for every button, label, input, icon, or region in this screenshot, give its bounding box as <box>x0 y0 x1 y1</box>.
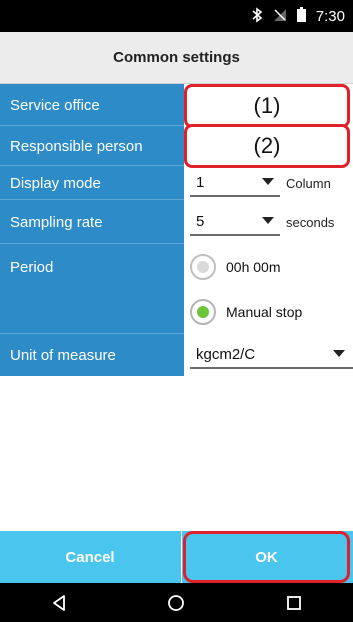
period-label-empty <box>0 290 184 334</box>
home-icon[interactable] <box>156 588 196 618</box>
service-office-label: Service office <box>0 84 184 126</box>
button-bar: Cancel OK <box>0 531 353 583</box>
row-period: Period 00h 00m <box>0 244 353 290</box>
chevron-down-icon <box>333 350 345 357</box>
row-unit-of-measure: Unit of measure kgcm2/C <box>0 334 353 376</box>
display-mode-label: Display mode <box>0 166 184 200</box>
service-office-marker: (1) <box>253 93 281 118</box>
row-period-manual: Manual stop <box>0 290 353 334</box>
display-mode-value: 1 <box>196 173 205 191</box>
page-title: Common settings <box>0 32 353 84</box>
back-icon[interactable] <box>39 588 79 618</box>
service-office-field[interactable]: (1) <box>184 84 350 128</box>
unit-of-measure-select[interactable]: kgcm2/C <box>190 341 353 369</box>
bluetooth-icon <box>251 6 263 26</box>
period-time-radio[interactable] <box>190 254 216 280</box>
unit-of-measure-value: kgcm2/C <box>196 345 256 363</box>
screen: 7:30 Common settings Service office (1) … <box>0 0 353 622</box>
chevron-down-icon <box>262 217 274 224</box>
row-display-mode: Display mode 1 Column <box>0 166 353 200</box>
manual-stop-radio[interactable] <box>190 299 216 325</box>
no-signal-icon <box>273 8 287 25</box>
battery-icon <box>296 7 306 25</box>
responsible-person-field[interactable]: (2) <box>184 124 350 168</box>
radio-dot-selected <box>197 306 209 318</box>
status-bar: 7:30 <box>0 0 353 32</box>
status-time: 7:30 <box>315 7 345 25</box>
responsible-person-label: Responsible person <box>0 126 184 166</box>
cancel-button[interactable]: Cancel <box>0 531 180 583</box>
sampling-rate-unit: seconds <box>286 214 335 230</box>
period-label: Period <box>0 244 184 290</box>
sampling-rate-label: Sampling rate <box>0 200 184 244</box>
unit-of-measure-label: Unit of measure <box>0 334 184 376</box>
sampling-rate-value: 5 <box>196 212 205 230</box>
chevron-down-icon <box>262 178 274 185</box>
manual-stop-label: Manual stop <box>226 304 303 320</box>
recents-icon[interactable] <box>274 588 314 618</box>
display-mode-select[interactable]: 1 <box>190 169 280 197</box>
ok-button[interactable]: OK <box>183 531 350 583</box>
sampling-rate-select[interactable]: 5 <box>190 208 280 236</box>
row-sampling-rate: Sampling rate 5 seconds <box>0 200 353 244</box>
button-divider <box>181 531 182 583</box>
radio-dot <box>197 261 209 273</box>
responsible-person-marker: (2) <box>253 133 281 158</box>
display-mode-unit: Column <box>286 175 331 191</box>
period-time-label: 00h 00m <box>226 259 281 275</box>
nav-bar <box>0 583 353 622</box>
